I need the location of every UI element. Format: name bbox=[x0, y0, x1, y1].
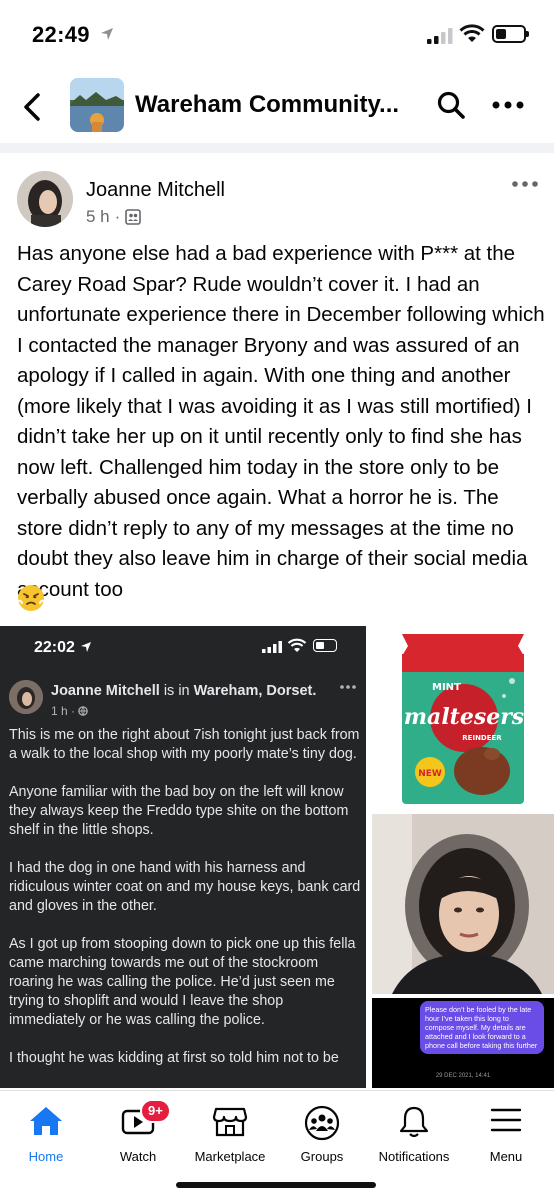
attached-screenshot-image[interactable]: 22:02 Joanne Mitchell is in Wareham, Dor… bbox=[0, 626, 366, 1088]
screenshot-post-body: This is me on the right about 7ish tonig… bbox=[9, 726, 363, 1087]
candy-flavor-text: MINT bbox=[432, 682, 461, 693]
post-author-name[interactable]: Joanne Mitchell bbox=[86, 179, 225, 202]
screenshot-is-in: is in bbox=[163, 683, 190, 699]
group-header: Wareham Community... bbox=[0, 70, 554, 142]
tab-notifications-label: Notifications bbox=[378, 1149, 450, 1164]
battery-icon bbox=[492, 25, 529, 43]
marketplace-store-icon bbox=[212, 1107, 248, 1137]
message-screenshot-image[interactable]: Please don’t be fooled by the late hour … bbox=[372, 998, 554, 1088]
tab-watch[interactable]: 9+ Watch bbox=[92, 1091, 184, 1171]
screenshot-paragraph: I thought he was kidding at first so tol… bbox=[9, 1050, 339, 1066]
status-time: 22:49 bbox=[32, 22, 90, 47]
back-arrow-icon[interactable] bbox=[20, 92, 46, 122]
screenshot-time-ago: 1 h · bbox=[51, 704, 76, 718]
screenshot-location: Wareham, Dorset. bbox=[193, 683, 317, 699]
post-body-text: Has anyone else had a bad experience wit… bbox=[17, 242, 545, 601]
author-avatar[interactable] bbox=[17, 171, 73, 227]
tab-groups[interactable]: Groups bbox=[276, 1091, 368, 1171]
screenshot-wifi-icon bbox=[287, 638, 307, 652]
tab-marketplace[interactable]: Marketplace bbox=[184, 1091, 276, 1171]
screenshot-battery-icon bbox=[313, 639, 337, 652]
tab-menu-label: Menu bbox=[489, 1149, 523, 1164]
screenshot-location-arrow-icon bbox=[81, 642, 91, 652]
screenshot-signal-icon bbox=[262, 641, 282, 653]
message-bubble: Please don’t be fooled by the late hour … bbox=[420, 1001, 544, 1054]
screenshot-post-header: Joanne Mitchell is in Wareham, Dorset. bbox=[51, 683, 316, 699]
globe-icon bbox=[78, 706, 89, 716]
tab-home-label: Home bbox=[28, 1149, 64, 1164]
tab-menu[interactable]: Menu bbox=[460, 1091, 552, 1171]
candy-badge-text: NEW bbox=[418, 769, 442, 779]
post-time[interactable]: 5 h bbox=[86, 207, 110, 227]
candy-sub-text: REINDEER bbox=[462, 734, 502, 742]
candy-wrapper-image[interactable]: maltesers MINT REINDEER NEW bbox=[372, 626, 554, 810]
group-title[interactable]: Wareham Community... bbox=[135, 91, 405, 119]
wifi-icon bbox=[459, 24, 485, 42]
post-options-icon[interactable] bbox=[512, 180, 538, 188]
search-icon[interactable] bbox=[436, 90, 466, 120]
screenshot-paragraph: I had the dog in one hand with his harne… bbox=[9, 860, 361, 914]
message-date: 29 DEC 2021, 14:41 bbox=[435, 1073, 491, 1079]
screenshot-paragraph: As I got up from stooping down to pick o… bbox=[9, 936, 356, 1028]
tab-watch-label: Watch bbox=[119, 1149, 157, 1164]
tab-groups-label: Groups bbox=[300, 1149, 344, 1164]
frustrated-face-emoji: 😤 bbox=[17, 584, 45, 612]
groups-icon bbox=[304, 1105, 340, 1141]
home-indicator bbox=[176, 1182, 376, 1188]
group-cover-thumbnail[interactable] bbox=[70, 78, 124, 132]
post-meta: 5 h · bbox=[86, 207, 142, 227]
location-arrow-icon bbox=[101, 28, 113, 40]
cellular-signal-icon bbox=[427, 28, 453, 44]
tab-marketplace-label: Marketplace bbox=[194, 1149, 266, 1164]
bell-icon bbox=[399, 1106, 429, 1138]
tab-home[interactable]: Home bbox=[0, 1091, 92, 1171]
screenshot-paragraph: This is me on the right about 7ish tonig… bbox=[9, 727, 360, 762]
screenshot-post-meta: 1 h · bbox=[51, 704, 89, 718]
hamburger-menu-icon bbox=[490, 1108, 522, 1132]
screenshot-paragraph: Anyone familiar with the bad boy on the … bbox=[9, 784, 349, 838]
tab-notifications[interactable]: Notifications bbox=[368, 1091, 460, 1171]
selfie-photo[interactable] bbox=[372, 814, 554, 994]
section-divider bbox=[0, 143, 554, 153]
group-members-icon bbox=[125, 209, 142, 225]
status-bar: 22:49 bbox=[0, 0, 554, 70]
watch-badge: 9+ bbox=[140, 1099, 171, 1123]
screenshot-time: 22:02 bbox=[34, 639, 75, 656]
screenshot-more-icon bbox=[340, 685, 356, 689]
meta-separator: · bbox=[114, 207, 121, 226]
candy-brand-text: maltesers bbox=[404, 704, 524, 730]
screenshot-author: Joanne Mitchell bbox=[51, 683, 160, 699]
home-icon bbox=[30, 1107, 62, 1135]
screenshot-author-avatar bbox=[9, 680, 43, 714]
more-options-icon[interactable] bbox=[492, 100, 524, 110]
